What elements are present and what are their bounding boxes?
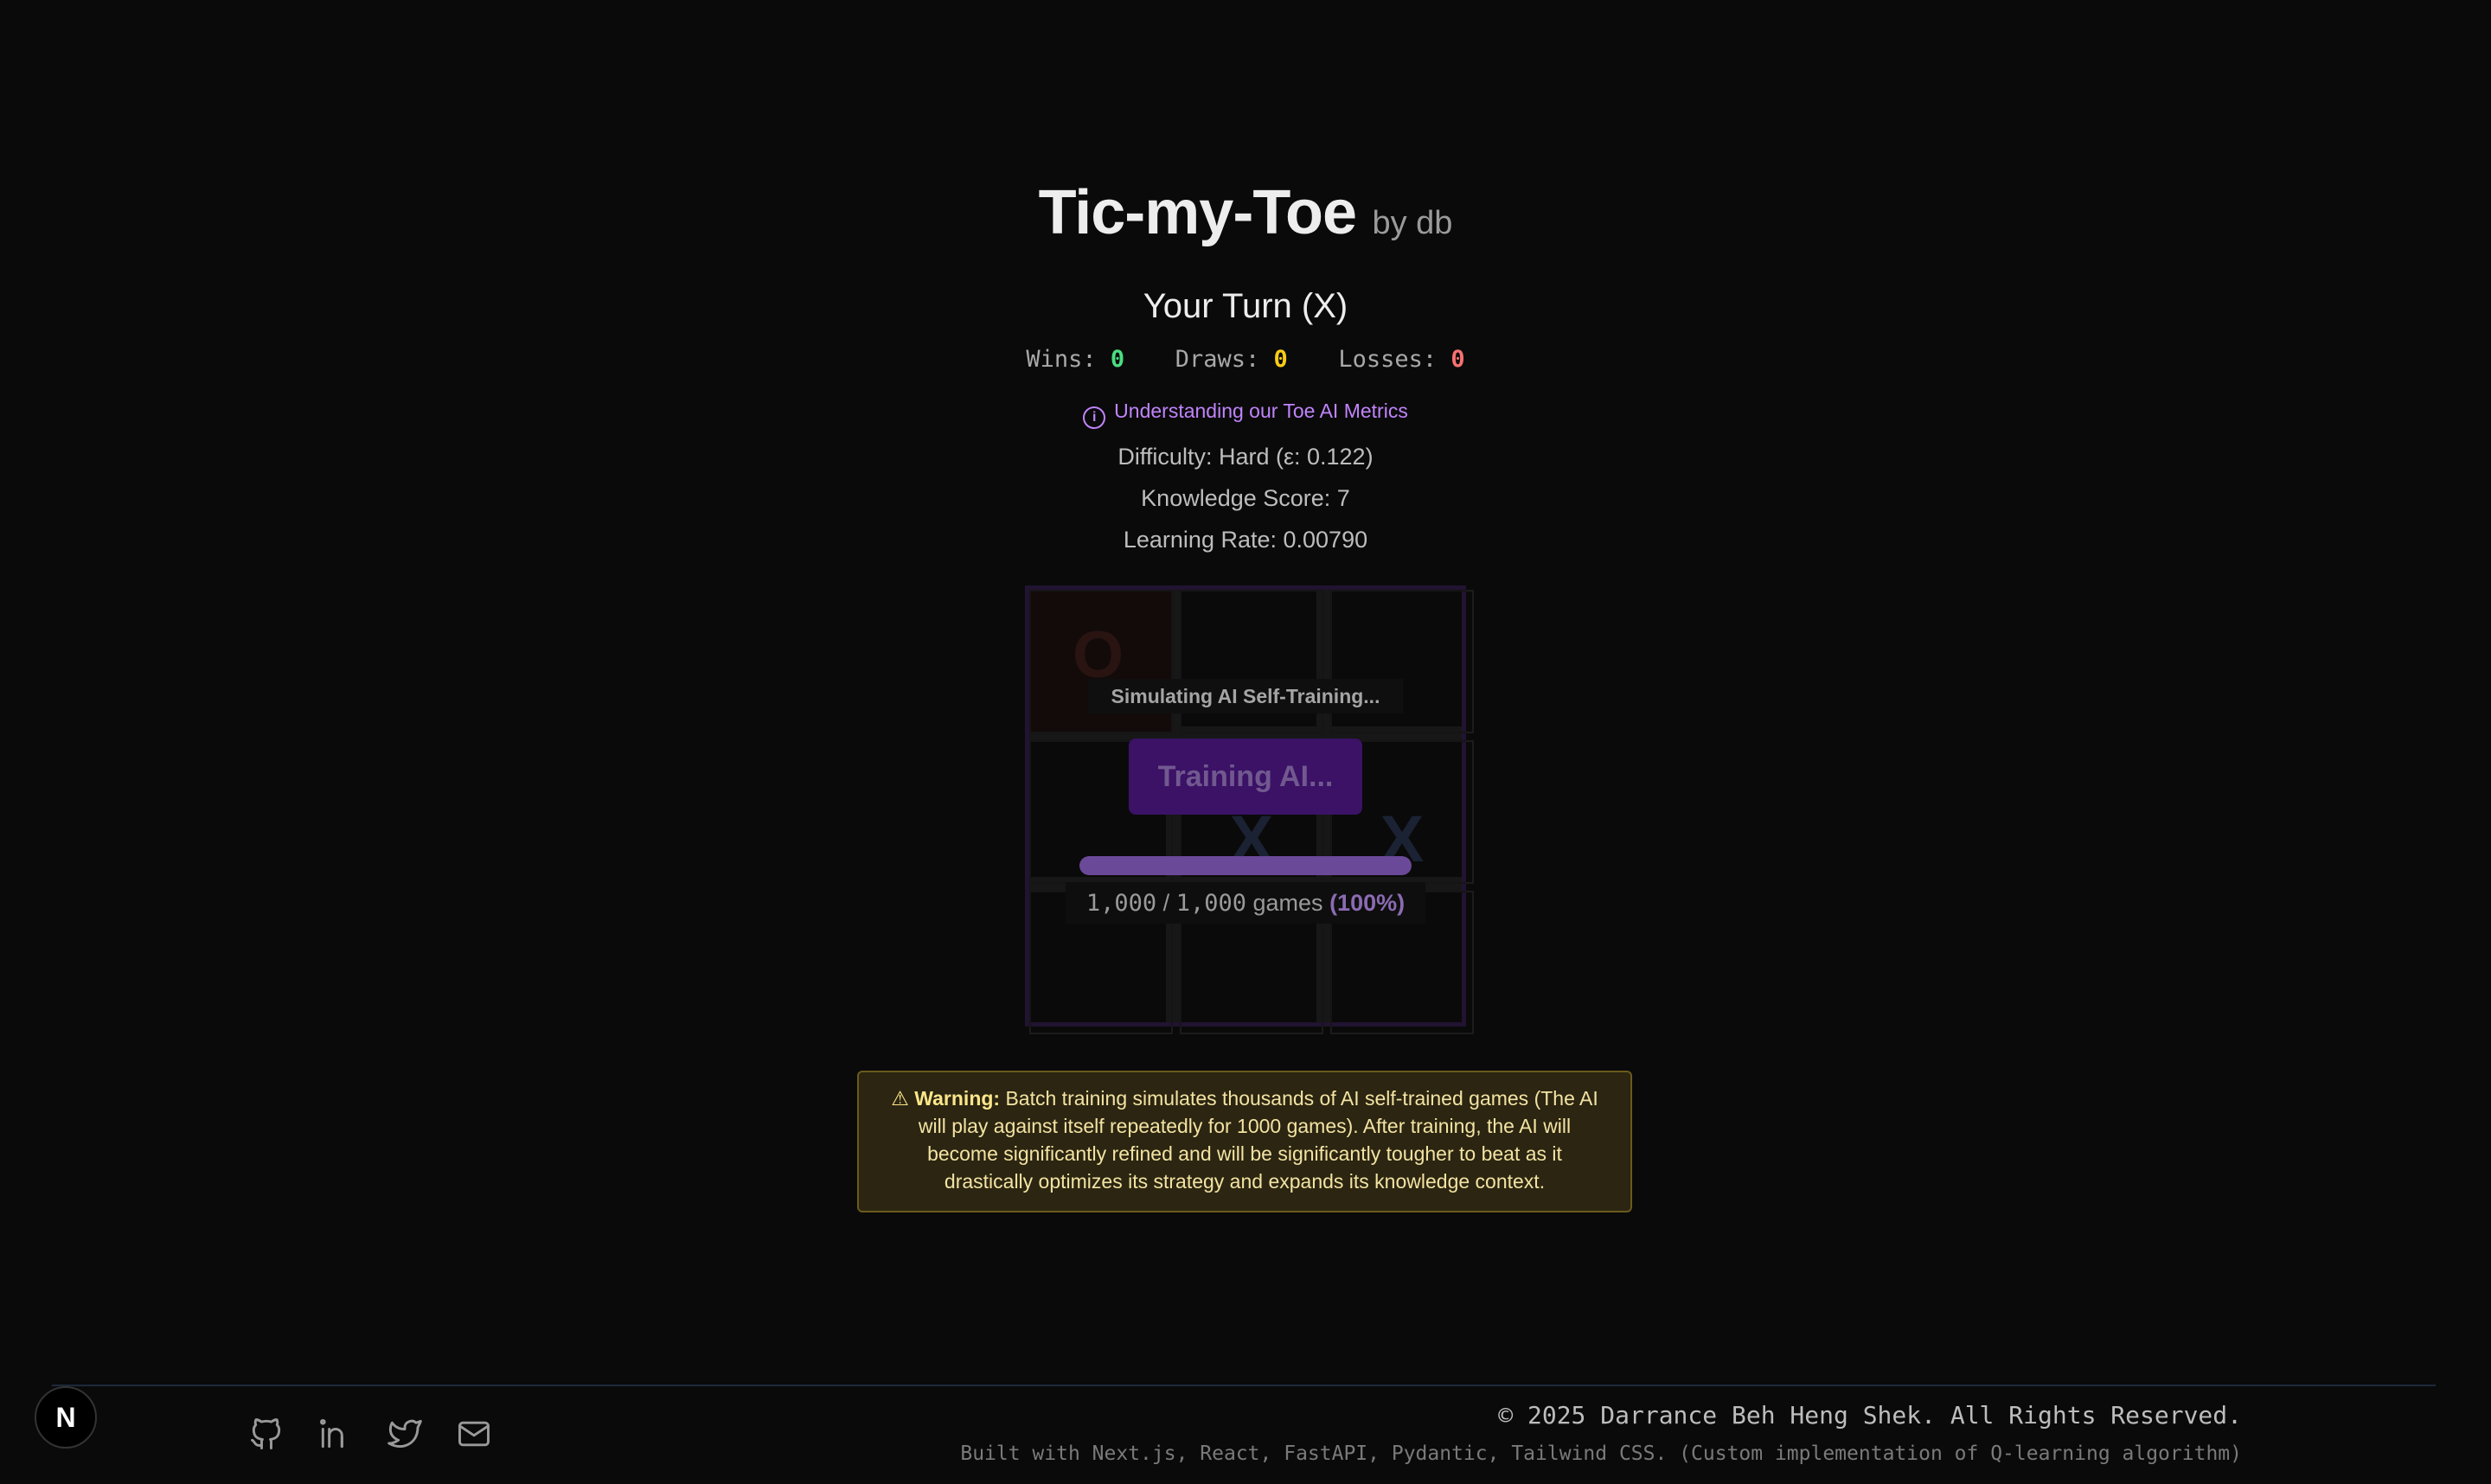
wins-label: Wins: [1026,346,1097,373]
losses-label: Losses: [1338,346,1438,373]
title-row: Tic-my-Toe by db [0,177,2491,248]
footer-divider [52,1385,2436,1386]
info-icon: i [1083,406,1106,429]
games-separator: / [1162,890,1170,916]
draws-count: 0 [1273,346,1288,373]
byline: by db [1372,205,1453,241]
copyright-text: © 2025 Darrance Beh Heng Shek. All Right… [1498,1401,2242,1430]
metrics-link-label[interactable]: Understanding our Toe AI Metrics [1114,400,1408,422]
twitter-icon[interactable] [386,1415,424,1453]
metrics-info-link[interactable]: i Understanding our Toe AI Metrics [0,400,2491,429]
built-with-text: Built with Next.js, React, FastAPI, Pyda… [960,1442,2242,1465]
warning-box: ⚠ Warning: Batch training simulates thou… [857,1071,1632,1212]
wins-count: 0 [1110,346,1125,373]
linkedin-icon[interactable] [317,1415,355,1453]
losses-count: 0 [1450,346,1465,373]
turn-status: Your Turn (X) [1143,287,1348,325]
training-percent: (100%) [1329,890,1406,916]
warning-text: Batch training simulates thousands of AI… [918,1087,1598,1193]
training-status-text: Simulating AI Self-Training... [1088,679,1403,713]
mail-icon[interactable] [455,1415,493,1453]
nextjs-badge[interactable]: N [35,1386,97,1449]
github-icon[interactable] [247,1415,285,1453]
page: Tic-my-Toe by db Your Turn (X) Wins: 0 D… [0,0,2491,1484]
difficulty-text: Difficulty: Hard (ε: 0.122) [1117,444,1374,470]
warning-label: Warning: [914,1087,1001,1110]
page-title: Tic-my-Toe [1038,178,1357,247]
learning-rate-text: Learning Rate: 0.00790 [1123,527,1368,553]
games-done: 1,000 [1085,890,1157,917]
games-total: 1,000 [1175,890,1246,917]
games-unit: games [1252,890,1323,916]
training-progress-text: 1,000 / 1,000 games (100%) [1066,882,1425,924]
knowledge-score-text: Knowledge Score: 7 [1141,485,1350,511]
warning-icon: ⚠ [891,1087,909,1110]
draws-label: Draws: [1175,346,1260,373]
training-button[interactable]: Training AI... [1129,739,1362,815]
training-progress-fill [1079,856,1412,875]
scoreboard: Wins: 0 Draws: 0 Losses: 0 [0,346,2491,373]
nextjs-badge-letter: N [55,1401,76,1433]
training-progress-bar [1079,856,1412,875]
